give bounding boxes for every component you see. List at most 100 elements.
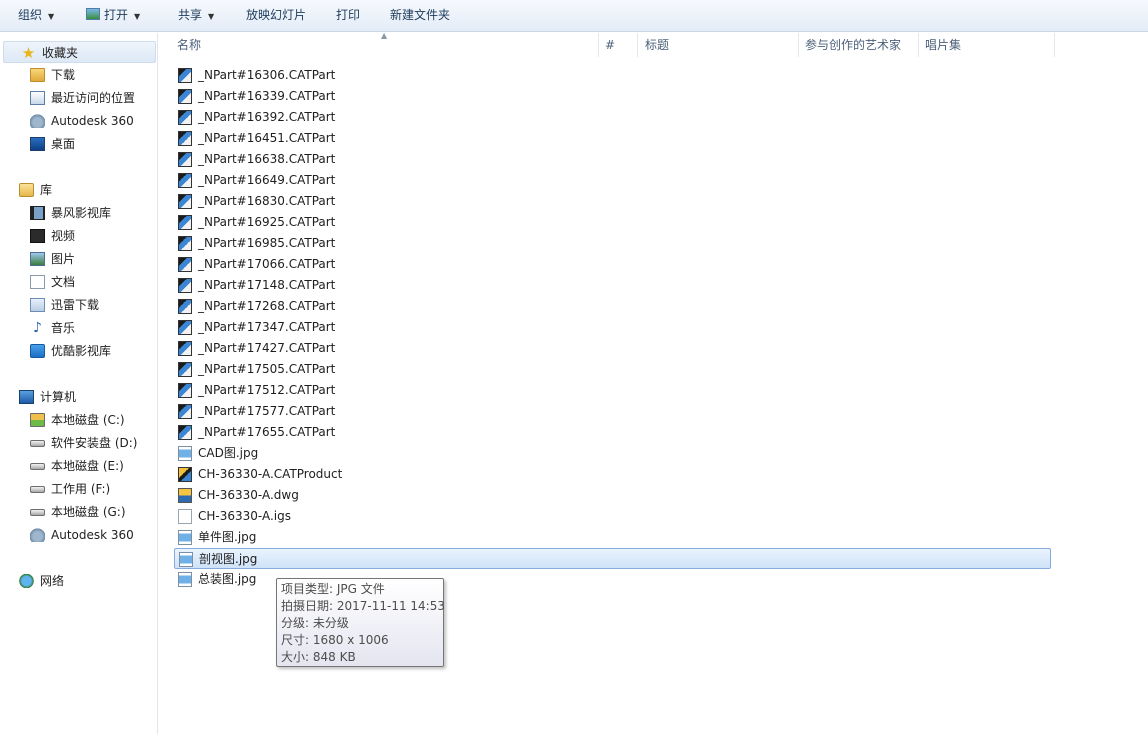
jpg-image-icon bbox=[178, 530, 192, 545]
hard-drive-icon bbox=[30, 463, 45, 470]
file-row[interactable]: _NPart#16925.CATPart bbox=[174, 212, 1051, 233]
dwg-file-icon bbox=[178, 488, 192, 503]
nav-network-label: 网络 bbox=[40, 574, 65, 588]
nav-drive-e[interactable]: 本地磁盘 (E:) bbox=[0, 455, 157, 477]
column-header-name[interactable]: 名称 bbox=[177, 33, 201, 57]
nav-item-autodesk-360[interactable]: Autodesk 360 bbox=[0, 110, 157, 132]
nav-item-label: 迅雷下载 bbox=[51, 298, 100, 312]
file-row[interactable]: CH-36330-A.dwg bbox=[174, 485, 1051, 506]
nav-libraries[interactable]: 库 bbox=[0, 179, 157, 201]
nav-item-label: Autodesk 360 bbox=[51, 528, 134, 542]
nav-autodesk-360-drive[interactable]: Autodesk 360 bbox=[0, 524, 157, 546]
document-icon bbox=[30, 275, 45, 289]
nav-favorites[interactable]: ★ 收藏夹 bbox=[3, 41, 156, 63]
nav-item-label: 优酷影视库 bbox=[51, 344, 112, 358]
catia-part-icon bbox=[178, 320, 192, 335]
file-name: CAD图.jpg bbox=[198, 446, 259, 460]
nav-item-recent-places[interactable]: 最近访问的位置 bbox=[0, 87, 157, 109]
catia-part-icon bbox=[178, 152, 192, 167]
catia-part-icon bbox=[178, 194, 192, 209]
organize-menu[interactable]: 组织 ▼ bbox=[18, 0, 54, 31]
nav-libraries-label: 库 bbox=[40, 183, 53, 197]
download-library-icon bbox=[30, 298, 45, 312]
file-row[interactable]: _NPart#17512.CATPart bbox=[174, 380, 1051, 401]
print-label: 打印 bbox=[336, 8, 361, 22]
file-row-selected[interactable]: 剖视图.jpg bbox=[174, 548, 1051, 569]
catia-part-icon bbox=[178, 299, 192, 314]
file-row[interactable]: CH-36330-A.CATProduct bbox=[174, 464, 1051, 485]
column-header-album[interactable]: 唱片集 bbox=[925, 33, 961, 57]
column-divider[interactable] bbox=[798, 33, 799, 57]
file-row[interactable]: CH-36330-A.igs bbox=[174, 506, 1051, 527]
nav-item-label: 音乐 bbox=[51, 321, 76, 335]
file-row[interactable]: _NPart#17427.CATPart bbox=[174, 338, 1051, 359]
library-icon bbox=[19, 183, 34, 197]
nav-drive-c[interactable]: 本地磁盘 (C:) bbox=[0, 409, 157, 431]
file-row[interactable]: _NPart#17577.CATPart bbox=[174, 401, 1051, 422]
column-divider[interactable] bbox=[598, 33, 599, 57]
nav-item-music[interactable]: ♪ 音乐 bbox=[0, 317, 157, 339]
column-artist-label: 参与创作的艺术家 bbox=[805, 38, 902, 52]
print-button[interactable]: 打印 bbox=[336, 0, 360, 31]
nav-item-baofeng-library[interactable]: 暴风影视库 bbox=[0, 202, 157, 224]
share-menu[interactable]: 共享 ▼ bbox=[178, 0, 214, 31]
nav-item-label: 桌面 bbox=[51, 137, 76, 151]
slideshow-button[interactable]: 放映幻灯片 bbox=[246, 0, 306, 31]
file-name: _NPart#16339.CATPart bbox=[198, 89, 336, 103]
catia-part-icon bbox=[178, 89, 192, 104]
nav-item-label: 软件安装盘 (D:) bbox=[51, 436, 138, 450]
file-row[interactable]: _NPart#17347.CATPart bbox=[174, 317, 1051, 338]
file-row[interactable]: CAD图.jpg bbox=[174, 443, 1051, 464]
autodesk-cloud-icon bbox=[30, 528, 45, 542]
nav-item-pictures[interactable]: 图片 bbox=[0, 248, 157, 270]
nav-item-downloads[interactable]: 下载 bbox=[0, 64, 157, 86]
file-row[interactable]: _NPart#17148.CATPart bbox=[174, 275, 1051, 296]
column-header-artist[interactable]: 参与创作的艺术家 bbox=[805, 33, 901, 57]
nav-item-xunlei-downloads[interactable]: 迅雷下载 bbox=[0, 294, 157, 316]
file-row[interactable]: _NPart#17268.CATPart bbox=[174, 296, 1051, 317]
file-row[interactable]: _NPart#16306.CATPart bbox=[174, 65, 1051, 86]
file-name: _NPart#16830.CATPart bbox=[198, 194, 336, 208]
nav-item-label: 工作用 (F:) bbox=[51, 482, 111, 496]
nav-drive-g[interactable]: 本地磁盘 (G:) bbox=[0, 501, 157, 523]
file-row[interactable]: _NPart#17655.CATPart bbox=[174, 422, 1051, 443]
file-name: _NPart#17577.CATPart bbox=[198, 404, 336, 418]
file-row[interactable]: _NPart#17505.CATPart bbox=[174, 359, 1051, 380]
file-row[interactable]: _NPart#17066.CATPart bbox=[174, 254, 1051, 275]
nav-network[interactable]: 网络 bbox=[0, 570, 157, 592]
catia-part-icon bbox=[178, 68, 192, 83]
jpg-image-icon bbox=[179, 552, 193, 567]
new-folder-button[interactable]: 新建文件夹 bbox=[390, 0, 450, 31]
nav-item-label: 暴风影视库 bbox=[51, 206, 112, 220]
column-divider[interactable] bbox=[637, 33, 638, 57]
file-row[interactable]: _NPart#16830.CATPart bbox=[174, 191, 1051, 212]
nav-item-videos[interactable]: 视频 bbox=[0, 225, 157, 247]
nav-item-desktop[interactable]: 桌面 bbox=[0, 133, 157, 155]
file-row[interactable]: _NPart#16985.CATPart bbox=[174, 233, 1051, 254]
file-row[interactable]: _NPart#16339.CATPart bbox=[174, 86, 1051, 107]
file-row[interactable]: 单件图.jpg bbox=[174, 527, 1051, 548]
recent-places-icon bbox=[30, 91, 45, 105]
file-row[interactable]: _NPart#16638.CATPart bbox=[174, 149, 1051, 170]
nav-drive-f[interactable]: 工作用 (F:) bbox=[0, 478, 157, 500]
nav-computer[interactable]: 计算机 bbox=[0, 386, 157, 408]
file-row[interactable]: _NPart#16649.CATPart bbox=[174, 170, 1051, 191]
pictures-icon bbox=[30, 252, 45, 266]
nav-item-youku-library[interactable]: 优酷影视库 bbox=[0, 340, 157, 362]
nav-item-documents[interactable]: 文档 bbox=[0, 271, 157, 293]
music-note-icon: ♪ bbox=[33, 320, 42, 336]
file-name: _NPart#17427.CATPart bbox=[198, 341, 336, 355]
nav-drive-d[interactable]: 软件安装盘 (D:) bbox=[0, 432, 157, 454]
column-header-title[interactable]: 标题 bbox=[645, 33, 669, 57]
file-name: _NPart#16649.CATPart bbox=[198, 173, 336, 187]
file-row[interactable]: _NPart#16392.CATPart bbox=[174, 107, 1051, 128]
video-library-icon bbox=[30, 206, 45, 220]
nav-computer-label: 计算机 bbox=[40, 390, 77, 404]
file-row[interactable]: _NPart#16451.CATPart bbox=[174, 128, 1051, 149]
catia-part-icon bbox=[178, 173, 192, 188]
open-button[interactable]: 打开 ▼ bbox=[86, 0, 140, 31]
catia-part-icon bbox=[178, 404, 192, 419]
column-divider[interactable] bbox=[918, 33, 919, 57]
column-header-number[interactable]: # bbox=[605, 33, 615, 57]
column-divider[interactable] bbox=[1054, 33, 1055, 57]
